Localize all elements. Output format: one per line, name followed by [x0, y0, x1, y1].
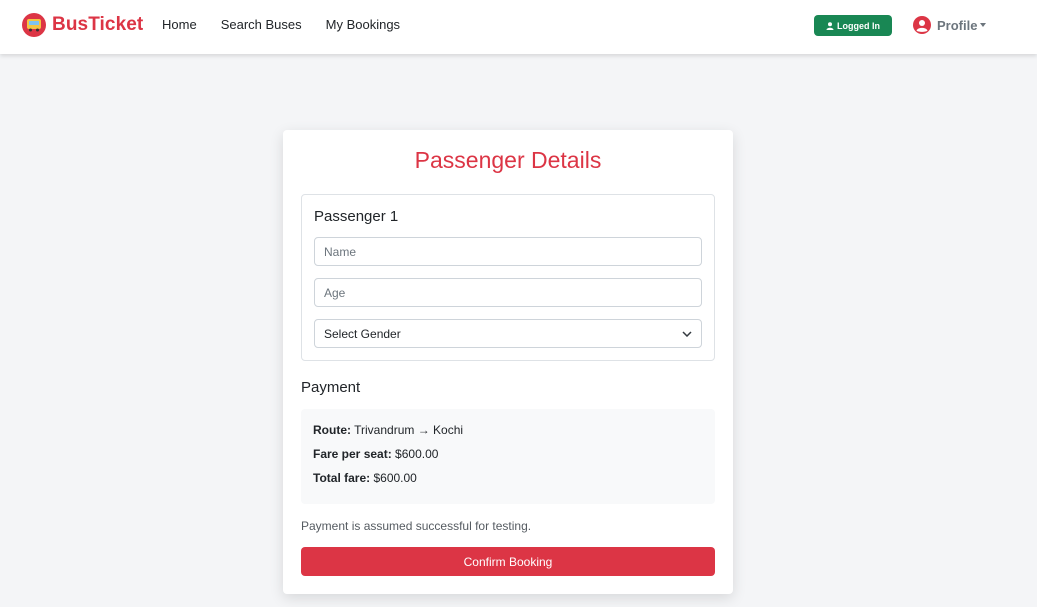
- user-icon: [826, 21, 834, 30]
- bus-icon: [22, 13, 46, 37]
- profile-label: Profile: [937, 17, 978, 33]
- nav-links: Home Search Buses My Bookings: [162, 17, 424, 32]
- total-value: $600.00: [373, 471, 417, 485]
- passenger-heading: Passenger 1: [314, 208, 399, 225]
- fare-summary: Route: Trivandrum → Kochi Fare per seat:…: [301, 409, 715, 504]
- total-label: Total fare:: [313, 471, 371, 485]
- payment-note: Payment is assumed successful for testin…: [301, 519, 532, 533]
- fare-line: Fare per seat: $600.00: [313, 447, 438, 461]
- total-line: Total fare: $600.00: [313, 471, 417, 485]
- payment-heading: Payment: [301, 379, 361, 396]
- confirm-booking-button[interactable]: Confirm Booking: [301, 547, 715, 576]
- route-value: Trivandrum → Kochi: [354, 423, 464, 437]
- profile-dropdown[interactable]: Profile: [913, 16, 987, 34]
- logged-in-label: Logged In: [837, 20, 880, 31]
- caret-down-icon: [980, 23, 987, 27]
- nav-link-home[interactable]: Home: [162, 17, 197, 32]
- passenger-section: Passenger 1 Select Gender: [301, 194, 715, 361]
- user-circle-icon: [913, 16, 931, 34]
- fare-label: Fare per seat:: [313, 447, 392, 461]
- brand-link[interactable]: BusTicket: [22, 13, 143, 37]
- fare-value: $600.00: [395, 447, 439, 461]
- chevron-down-icon: [682, 330, 692, 337]
- navbar: BusTicket Home Search Buses My Bookings …: [0, 0, 1037, 54]
- logged-in-badge: Logged In: [814, 15, 892, 36]
- nav-link-my-bookings[interactable]: My Bookings: [326, 17, 400, 32]
- brand-name: BusTicket: [52, 14, 144, 35]
- passenger-details-card: Passenger Details Passenger 1 Select Gen…: [283, 130, 733, 594]
- gender-select-value: Select Gender: [324, 326, 401, 341]
- page-title: Passenger Details: [414, 147, 602, 173]
- route-label: Route:: [313, 423, 351, 437]
- passenger-name-input[interactable]: [314, 237, 702, 266]
- passenger-age-input[interactable]: [314, 278, 702, 307]
- gender-select[interactable]: Select Gender: [314, 319, 702, 348]
- nav-link-search-buses[interactable]: Search Buses: [221, 17, 302, 32]
- route-line: Route: Trivandrum → Kochi: [313, 423, 463, 437]
